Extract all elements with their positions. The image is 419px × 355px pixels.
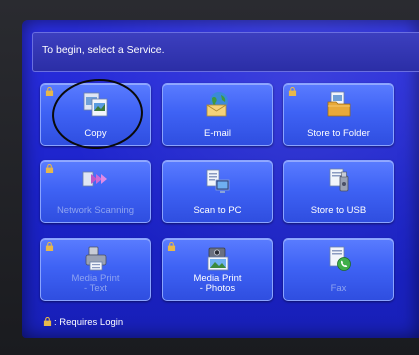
service-tile-network-scanning[interactable]: Network Scanning — [40, 160, 151, 223]
service-label: Fax — [330, 283, 347, 294]
service-label: Store to Folder — [307, 128, 370, 139]
service-label-line: - Text — [83, 283, 108, 294]
lock-badge-icon — [167, 242, 176, 251]
network-scanning-icon — [82, 171, 107, 187]
service-label-line: - Photos — [199, 283, 236, 294]
service-label: Scan to PC — [193, 205, 242, 216]
service-tile-store-to-folder[interactable]: Store to Folder — [283, 83, 394, 146]
email-icon — [206, 92, 228, 117]
service-tile-media-print-text[interactable]: Media Print - Text — [40, 238, 151, 301]
login-legend-text: : Requires Login — [54, 317, 124, 328]
instruction-bar: To begin, select a Service. — [32, 32, 419, 72]
lock-badge-icon — [288, 87, 297, 96]
service-label: Network Scanning — [56, 205, 135, 216]
touch-screen: To begin, select a Service. Copy E-mail — [22, 20, 419, 338]
store-to-usb-icon — [329, 168, 348, 192]
fax-icon — [329, 246, 351, 271]
lock-badge-icon — [43, 317, 52, 326]
login-legend: : Requires Login — [43, 316, 123, 328]
scan-to-pc-icon — [206, 169, 229, 193]
service-tile-copy[interactable]: Copy — [40, 83, 151, 146]
service-tile-scan-to-pc[interactable]: Scan to PC — [162, 160, 273, 223]
service-label: Media Print - Photos — [163, 274, 272, 294]
service-tile-media-print-photos[interactable]: Media Print - Photos — [162, 238, 273, 301]
service-label: E-mail — [204, 128, 231, 139]
store-to-folder-icon — [327, 91, 350, 117]
service-tile-store-to-usb[interactable]: Store to USB — [283, 160, 394, 223]
service-tile-email[interactable]: E-mail — [162, 83, 273, 146]
service-tile-fax[interactable]: Fax — [283, 238, 394, 301]
lock-badge-icon — [45, 164, 54, 173]
lock-badge-icon — [45, 87, 54, 96]
media-print-text-icon — [85, 246, 106, 271]
instruction-text: To begin, select a Service. — [42, 44, 165, 56]
copy-icon — [83, 92, 107, 117]
service-label: Copy — [84, 128, 107, 139]
service-label: Media Print - Text — [41, 274, 150, 294]
service-label: Store to USB — [310, 205, 367, 216]
lock-badge-icon — [45, 242, 54, 251]
media-print-photos-icon — [207, 247, 228, 271]
